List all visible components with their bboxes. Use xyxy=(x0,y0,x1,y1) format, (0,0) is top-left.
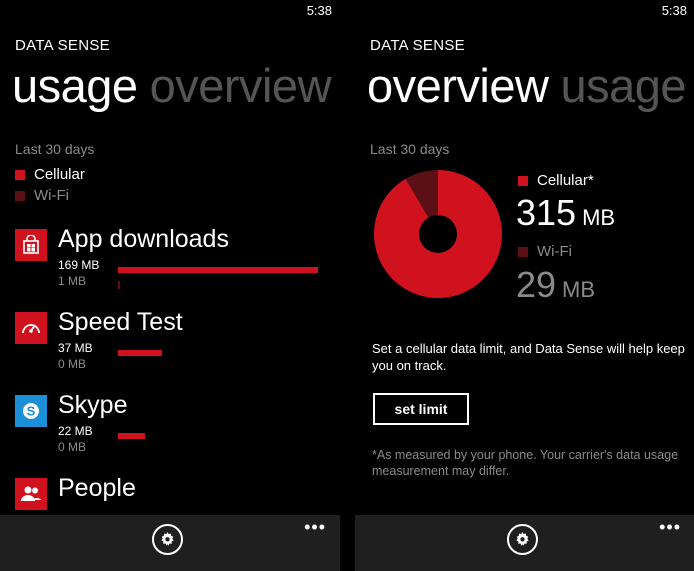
wifi-stat-label: Wi-Fi xyxy=(518,243,572,260)
app-title: DATA SENSE xyxy=(15,37,110,54)
app-name: Skype xyxy=(58,391,128,419)
settings-button[interactable] xyxy=(507,524,538,555)
pivot-usage[interactable]: usage xyxy=(12,59,138,112)
cellular-value-unit: MB xyxy=(582,205,616,230)
cellular-stat-value: 315 MB xyxy=(516,192,615,234)
set-limit-button[interactable]: set limit xyxy=(373,393,469,425)
status-time: 5:38 xyxy=(306,3,332,18)
cellular-usage: 169 MB xyxy=(58,258,100,272)
app-name: App downloads xyxy=(58,225,229,253)
svg-text:S: S xyxy=(27,404,36,419)
wifi-usage: 1 MB xyxy=(58,274,87,288)
wifi-label-text: Wi-Fi xyxy=(537,243,572,260)
more-options-button[interactable]: ••• xyxy=(659,517,681,538)
wifi-usage: 0 MB xyxy=(58,440,87,454)
legend-wifi: Wi-Fi xyxy=(34,187,69,204)
wifi-swatch xyxy=(15,190,25,201)
pivot-usage[interactable]: usage xyxy=(560,59,686,112)
period-label: Last 30 days xyxy=(15,141,95,157)
cellular-value-number: 315 xyxy=(516,192,577,233)
legend: Cellular Wi-Fi xyxy=(15,164,85,206)
wifi-value-unit: MB xyxy=(562,277,596,302)
cellular-label-text: Cellular* xyxy=(537,172,594,189)
wifi-stat-value: 29 MB xyxy=(516,264,595,306)
pivot-header: overview usage xyxy=(367,58,687,113)
measurement-footnote: *As measured by your phone. Your carrier… xyxy=(372,448,679,478)
data-limit-message: Set a cellular data limit, and Data Sens… xyxy=(372,341,685,373)
legend-cellular: Cellular xyxy=(34,166,85,183)
cellular-bar xyxy=(118,267,318,273)
cellular-usage: 22 MB xyxy=(58,424,93,438)
app-name: Speed Test xyxy=(58,308,183,336)
cellular-bar xyxy=(118,350,162,356)
pivot-overview[interactable]: overview xyxy=(150,59,332,112)
app-bar: ••• xyxy=(0,515,340,571)
cellular-swatch xyxy=(15,169,25,180)
wifi-value-number: 29 xyxy=(516,264,557,305)
usage-donut-chart xyxy=(374,170,502,298)
more-options-button[interactable]: ••• xyxy=(304,517,326,538)
store-icon xyxy=(15,229,47,261)
donut-hole xyxy=(419,215,457,253)
cellular-usage: 37 MB xyxy=(58,341,93,355)
app-bar: ••• xyxy=(355,515,694,571)
wifi-swatch xyxy=(518,246,528,257)
overview-screen: 5:38 DATA SENSE overview usage Last 30 da… xyxy=(355,0,694,571)
app-name: People xyxy=(58,474,136,502)
period-label: Last 30 days xyxy=(370,141,450,157)
gear-icon xyxy=(516,532,529,546)
settings-button[interactable] xyxy=(152,524,183,555)
people-icon xyxy=(15,478,47,510)
cellular-bar xyxy=(118,433,145,439)
cellular-stat-label: Cellular* xyxy=(518,172,594,189)
gear-icon xyxy=(161,532,174,546)
wifi-bar xyxy=(118,281,120,289)
app-title: DATA SENSE xyxy=(370,37,465,54)
status-time: 5:38 xyxy=(661,3,687,18)
usage-screen: 5:38 DATA SENSE usage overview Last 30 da… xyxy=(0,0,340,571)
skype-icon: S xyxy=(15,395,47,427)
wifi-usage: 0 MB xyxy=(58,357,87,371)
cellular-swatch xyxy=(518,175,528,186)
pivot-overview[interactable]: overview xyxy=(367,59,549,112)
pivot-header: usage overview xyxy=(12,58,332,113)
speedometer-icon xyxy=(15,312,47,344)
